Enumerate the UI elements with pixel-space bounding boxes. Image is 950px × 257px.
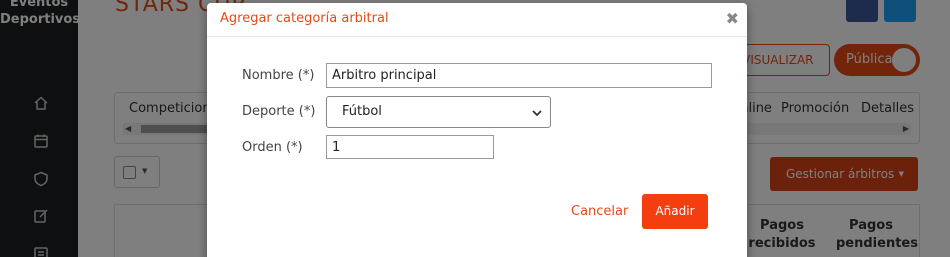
modal-header: Agregar categoría arbitral ✖ — [207, 3, 747, 37]
name-input[interactable] — [326, 63, 712, 88]
add-button[interactable]: Añadir — [642, 194, 708, 229]
cancel-button[interactable]: Cancelar — [571, 204, 628, 219]
order-input[interactable] — [326, 135, 494, 159]
name-label: Nombre (*) — [242, 68, 315, 83]
sport-select-value: Fútbol — [342, 104, 382, 119]
close-icon[interactable]: ✖ — [726, 9, 739, 28]
modal-title: Agregar categoría arbitral — [220, 11, 389, 26]
order-label: Orden (*) — [242, 140, 303, 155]
sport-select[interactable]: Fútbol — [326, 96, 551, 128]
chevron-down-icon — [532, 110, 542, 117]
sport-label: Deporte (*) — [242, 104, 316, 119]
add-referee-category-modal: Agregar categoría arbitral ✖ Nombre (*) … — [207, 3, 747, 257]
